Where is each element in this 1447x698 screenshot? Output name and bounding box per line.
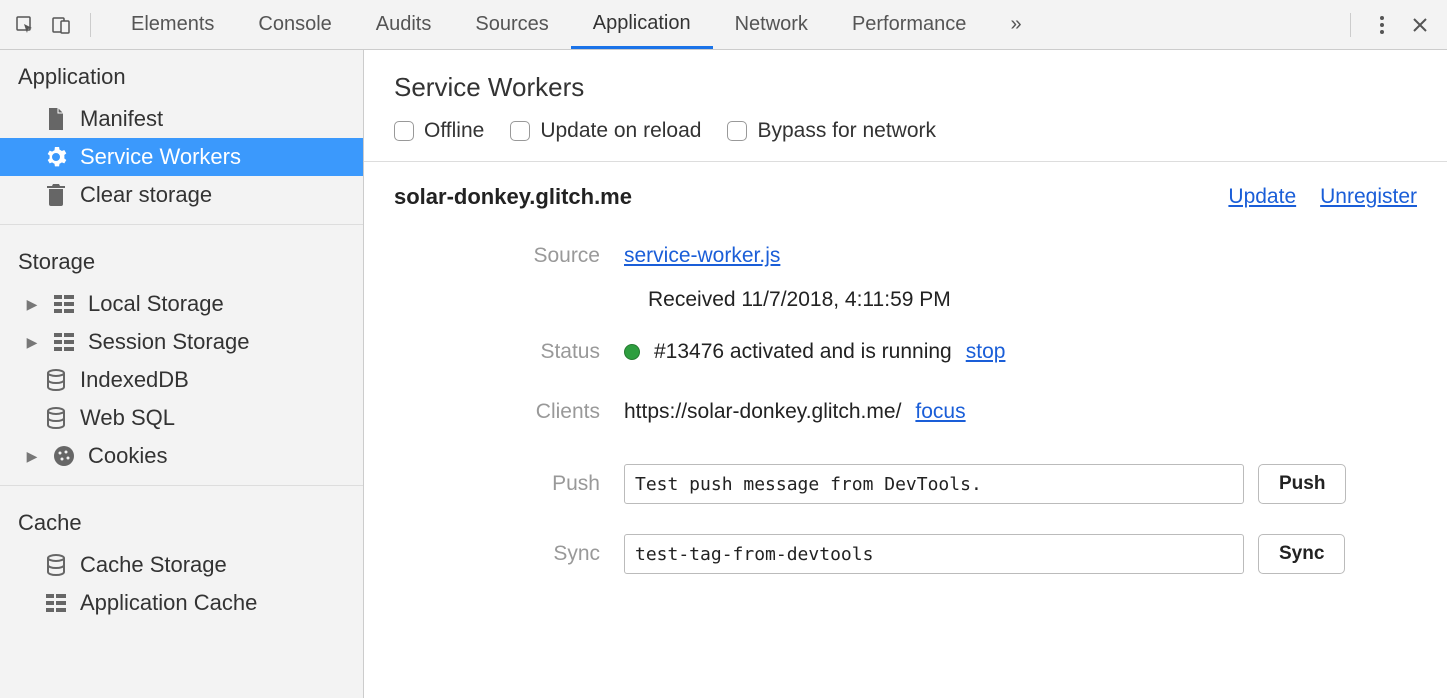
tab-more[interactable]: » (988, 13, 1043, 36)
sync-input[interactable] (624, 534, 1244, 574)
sidebar-item-label: Session Storage (88, 329, 249, 355)
update-on-reload-checkbox[interactable]: Update on reload (510, 119, 701, 143)
push-button[interactable]: Push (1258, 464, 1346, 504)
bypass-label: Bypass for network (757, 119, 936, 143)
offline-checkbox[interactable]: Offline (394, 119, 484, 143)
device-toggle-icon[interactable] (46, 10, 76, 40)
status-dot-icon (624, 344, 640, 360)
checkbox-icon (727, 121, 747, 141)
db-icon (44, 554, 68, 576)
divider (90, 13, 91, 37)
devtools-tabbar: ElementsConsoleAuditsSourcesApplicationN… (0, 0, 1447, 50)
client-url: https://solar-donkey.glitch.me/ (624, 400, 901, 424)
sync-button[interactable]: Sync (1258, 534, 1345, 574)
sidebar-item-service-workers[interactable]: Service Workers (0, 138, 363, 176)
tabbar-trailing (1342, 10, 1447, 40)
sw-origin-actions: Update Unregister (1228, 185, 1417, 209)
update-link[interactable]: Update (1228, 185, 1296, 209)
divider (1350, 13, 1351, 37)
close-icon[interactable] (1405, 10, 1435, 40)
grid-icon (52, 333, 76, 351)
expand-arrow-icon: ▶ (24, 448, 40, 465)
tab-audits[interactable]: Audits (354, 0, 454, 49)
checkbox-icon (394, 121, 414, 141)
sync-label: Sync (394, 542, 624, 566)
devtools-root: ElementsConsoleAuditsSourcesApplicationN… (0, 0, 1447, 698)
stop-link[interactable]: stop (966, 340, 1006, 364)
panel-title: Service Workers (364, 50, 1447, 113)
sidebar-item-label: Local Storage (88, 291, 224, 317)
sidebar-item-label: Clear storage (80, 182, 212, 208)
sw-origin: solar-donkey.glitch.me (394, 184, 632, 210)
status-text: #13476 activated and is running (654, 340, 952, 364)
sidebar-group-application: Application (0, 50, 363, 100)
sidebar-group-storage: Storage (0, 235, 363, 285)
sidebar-item-manifest[interactable]: Manifest (0, 100, 363, 138)
sw-status-row: Status #13476 activated and is running s… (364, 328, 1447, 376)
tab-network[interactable]: Network (713, 0, 830, 49)
clients-label: Clients (394, 400, 624, 424)
sidebar-item-clear-storage[interactable]: Clear storage (0, 176, 363, 214)
push-input[interactable] (624, 464, 1244, 504)
source-link[interactable]: service-worker.js (624, 244, 780, 268)
expand-arrow-icon: ▶ (24, 334, 40, 351)
file-icon (44, 108, 68, 130)
sidebar-item-label: Application Cache (80, 590, 257, 616)
expand-arrow-icon: ▶ (24, 296, 40, 313)
cookie-icon (52, 445, 76, 467)
sidebar-item-label: Service Workers (80, 144, 241, 170)
sidebar-item-label: IndexedDB (80, 367, 189, 393)
sw-source-row: Source service-worker.js (364, 232, 1447, 280)
unregister-link[interactable]: Unregister (1320, 185, 1417, 209)
sidebar-item-session-storage[interactable]: ▶ Session Storage (0, 323, 363, 361)
focus-link[interactable]: focus (915, 400, 965, 424)
sidebar-item-indexeddb[interactable]: IndexedDB (0, 361, 363, 399)
db-icon (44, 369, 68, 391)
service-workers-panel: Service Workers Offline Update on reload… (364, 50, 1447, 698)
sidebar-item-label: Cache Storage (80, 552, 227, 578)
sw-origin-row: solar-donkey.glitch.me Update Unregister (364, 162, 1447, 232)
source-label: Source (394, 244, 624, 268)
inspect-icon[interactable] (10, 10, 40, 40)
bypass-checkbox[interactable]: Bypass for network (727, 119, 936, 143)
push-label: Push (394, 472, 624, 496)
sw-options-row: Offline Update on reload Bypass for netw… (364, 113, 1447, 162)
checkbox-icon (510, 121, 530, 141)
trash-icon (44, 184, 68, 206)
sw-clients-row: Clients https://solar-donkey.glitch.me/ … (364, 376, 1447, 436)
sw-push-row: Push Push (364, 436, 1447, 516)
sidebar-item-application-cache[interactable]: Application Cache (0, 584, 363, 622)
sidebar-item-label: Manifest (80, 106, 163, 132)
tab-elements[interactable]: Elements (109, 0, 236, 49)
sidebar-item-cache-storage[interactable]: Cache Storage (0, 546, 363, 584)
sidebar-item-local-storage[interactable]: ▶ Local Storage (0, 285, 363, 323)
sidebar-item-cookies[interactable]: ▶ Cookies (0, 437, 363, 475)
gear-icon (44, 146, 68, 168)
sidebar-item-web-sql[interactable]: Web SQL (0, 399, 363, 437)
sw-received: Received 11/7/2018, 4:11:59 PM (364, 280, 1447, 328)
tabbar-leading (0, 10, 109, 40)
tab-application[interactable]: Application (571, 0, 713, 49)
status-label: Status (394, 340, 624, 364)
grid-icon (44, 594, 68, 612)
tab-console[interactable]: Console (236, 0, 353, 49)
update-on-reload-label: Update on reload (540, 119, 701, 143)
tab-sources[interactable]: Sources (453, 0, 570, 49)
kebab-menu-icon[interactable] (1367, 10, 1397, 40)
offline-label: Offline (424, 119, 484, 143)
sidebar-group-cache: Cache (0, 496, 363, 546)
tabs-container: ElementsConsoleAuditsSourcesApplicationN… (109, 0, 988, 49)
application-sidebar: Application Manifest Service Workers Clear … (0, 50, 364, 698)
sidebar-item-label: Web SQL (80, 405, 175, 431)
sw-sync-row: Sync Sync (364, 516, 1447, 586)
sidebar-item-label: Cookies (88, 443, 167, 469)
db-icon (44, 407, 68, 429)
grid-icon (52, 295, 76, 313)
tab-performance[interactable]: Performance (830, 0, 989, 49)
main-split: Application Manifest Service Workers Clear … (0, 50, 1447, 698)
